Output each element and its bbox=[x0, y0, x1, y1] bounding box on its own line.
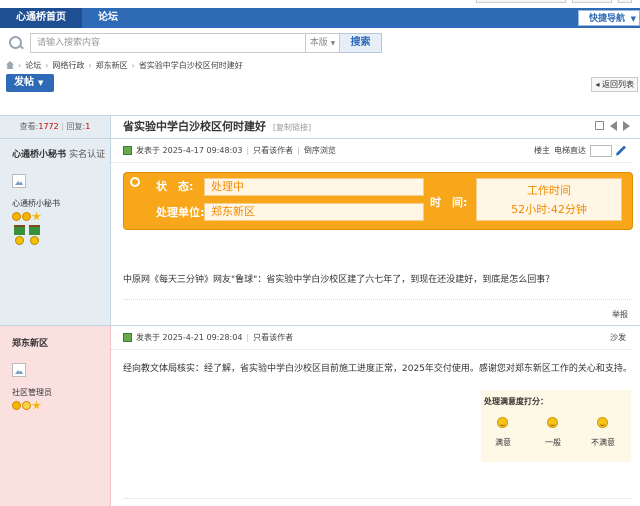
post-date: 发表于 2025-4-17 09:48:03 bbox=[136, 146, 243, 155]
time-value: 52小时:42分钟 bbox=[511, 203, 587, 216]
views-count: 1772 bbox=[38, 122, 59, 131]
medal-icon bbox=[29, 225, 40, 249]
online-status-icon bbox=[123, 333, 132, 342]
prev-thread-icon[interactable] bbox=[610, 121, 617, 131]
post-1: 心通桥小秘书 实名认证 心通桥小秘书 发表于 2025-4-17 09:48:0… bbox=[0, 139, 640, 325]
post-meta: 发表于 2025-4-17 09:48:03 | 只看该作者 | 倒序浏览 楼主… bbox=[111, 139, 632, 163]
pen-icon[interactable] bbox=[616, 145, 626, 156]
time-box: 工作时间 52小时:42分钟 bbox=[476, 178, 622, 221]
breadcrumb-zhengdong[interactable]: 郑东新区 bbox=[96, 60, 128, 71]
chevron-down-icon: ▼ bbox=[630, 15, 636, 23]
neutral-icon[interactable] bbox=[547, 417, 558, 428]
satisfaction-panel: 处理满意度打分： 满意 一般 不满意 bbox=[481, 390, 631, 462]
time-title: 工作时间 bbox=[527, 184, 571, 197]
star-icon bbox=[32, 212, 41, 221]
neutral-label[interactable]: 一般 bbox=[533, 437, 573, 448]
satisfaction-title: 处理满意度打分： bbox=[484, 397, 548, 406]
unit-label: 处理单位: bbox=[156, 206, 205, 219]
search-scope-select[interactable]: 本版 ▼ bbox=[306, 33, 340, 53]
quick-nav-label: 快捷导航 bbox=[588, 14, 625, 24]
top-strip bbox=[0, 0, 640, 8]
status-banner: 状 态: 处理单位: 处理中 郑东新区 时 间: 工作时间 52小时:42分钟 bbox=[123, 172, 633, 230]
replies-count: 1 bbox=[85, 122, 91, 131]
tab-home[interactable]: 心通桥首页 bbox=[0, 8, 82, 28]
unsatisfied-icon[interactable] bbox=[597, 417, 608, 428]
views-label: 查看: bbox=[19, 122, 39, 131]
search-input[interactable]: 请输入搜索内容 bbox=[30, 33, 306, 53]
replies-label: 回复: bbox=[66, 122, 86, 131]
sun-icon bbox=[22, 212, 31, 221]
new-post-label: 发帖 bbox=[14, 77, 34, 88]
info-icon bbox=[130, 177, 140, 187]
post-date: 发表于 2025-4-21 09:28:04 bbox=[136, 333, 243, 342]
search-icon bbox=[8, 35, 24, 51]
satisfied-label[interactable]: 满意 bbox=[483, 437, 523, 448]
breadcrumb: › 论坛 › 网络行政 › 郑东新区 › 省实验中学白沙校区何时建好 bbox=[0, 58, 640, 72]
rank-icons bbox=[12, 212, 110, 221]
thread-stats: 查看:1772 | 回复:1 bbox=[0, 116, 111, 138]
unsatisfied-label[interactable]: 不满意 bbox=[583, 437, 623, 448]
divider bbox=[123, 498, 632, 499]
sun-icon bbox=[12, 212, 21, 221]
tab-forum[interactable]: 论坛 bbox=[82, 8, 134, 28]
unit-value: 郑东新区 bbox=[204, 203, 424, 221]
thread-actions: 发帖 ▼ ◂ 返回列表 bbox=[0, 72, 640, 94]
moon-icon bbox=[22, 401, 31, 410]
author-name[interactable]: 心通桥小秘书 bbox=[12, 150, 66, 160]
medal-icon bbox=[14, 225, 25, 249]
time-label: 时 间: bbox=[430, 196, 468, 209]
username[interactable]: 心通桥小秘书 bbox=[12, 198, 110, 209]
medals bbox=[14, 225, 110, 249]
copy-link[interactable]: [复制链接] bbox=[273, 123, 311, 132]
main-nav: 心通桥首页 论坛 快捷导航 ▼ bbox=[0, 8, 640, 28]
username[interactable]: 社区管理员 bbox=[12, 387, 110, 398]
only-author-link[interactable]: 只看该作者 bbox=[253, 145, 293, 156]
breadcrumb-forum[interactable]: 论坛 bbox=[25, 60, 41, 71]
breadcrumb-admin[interactable]: 网络行政 bbox=[52, 60, 84, 71]
author-panel: 郑东新区 社区管理员 bbox=[0, 326, 111, 506]
breadcrumb-current[interactable]: 省实验中学白沙校区何时建好 bbox=[139, 60, 243, 71]
post-2: 郑东新区 社区管理员 发表于 2025-4-21 09:28:04 | 只看该作… bbox=[0, 325, 640, 506]
verified-badge: 实名认证 bbox=[69, 150, 106, 160]
search-button[interactable]: 搜索 bbox=[340, 33, 382, 53]
search-scope-label: 本版 bbox=[309, 38, 328, 48]
status-label: 状 态: bbox=[156, 180, 194, 193]
author-name[interactable]: 郑东新区 bbox=[12, 339, 48, 349]
sun-icon bbox=[12, 401, 21, 410]
online-status-icon bbox=[123, 146, 132, 155]
post-meta: 发表于 2025-4-21 09:28:04 | 只看该作者 沙发 bbox=[111, 326, 632, 350]
chevron-down-icon: ▼ bbox=[38, 79, 44, 87]
report-link[interactable]: 举报 bbox=[612, 309, 628, 320]
avatar[interactable] bbox=[12, 363, 26, 377]
thread: 查看:1772 | 回复:1 省实验中学白沙校区何时建好 [复制链接] 心通桥小… bbox=[0, 115, 640, 506]
satisfied-icon[interactable] bbox=[497, 417, 508, 428]
divider bbox=[123, 299, 632, 300]
print-icon[interactable] bbox=[595, 121, 604, 130]
quick-nav-button[interactable]: 快捷导航 ▼ bbox=[577, 10, 640, 26]
only-author-link[interactable]: 只看该作者 bbox=[253, 332, 293, 343]
home-icon[interactable] bbox=[6, 61, 14, 69]
next-thread-icon[interactable] bbox=[623, 121, 630, 131]
new-post-button[interactable]: 发帖 ▼ bbox=[6, 74, 54, 92]
rank-icons bbox=[12, 401, 110, 410]
floor-label: 沙发 bbox=[610, 333, 626, 342]
back-to-list-label: 返回列表 bbox=[602, 80, 634, 89]
elevator-label: 电梯直达 bbox=[554, 146, 586, 155]
back-to-list-button[interactable]: ◂ 返回列表 bbox=[591, 77, 638, 92]
search-bar: 请输入搜索内容 本版 ▼ 搜索 bbox=[0, 28, 640, 58]
status-value: 处理中 bbox=[204, 178, 424, 196]
floor-label: 楼主 bbox=[534, 146, 550, 155]
reverse-order-link[interactable]: 倒序浏览 bbox=[304, 145, 336, 156]
avatar[interactable] bbox=[12, 174, 26, 188]
thread-header: 查看:1772 | 回复:1 省实验中学白沙校区何时建好 [复制链接] bbox=[0, 115, 640, 139]
post-content: 中原网《每天三分钟》网友"鲁球"：省实验中学白沙校区建了六七年了，到现在还没建好… bbox=[123, 275, 555, 285]
thread-title: 省实验中学白沙校区何时建好 bbox=[123, 120, 266, 133]
star-icon bbox=[32, 401, 41, 410]
author-panel: 心通桥小秘书 实名认证 心通桥小秘书 bbox=[0, 139, 111, 325]
floor-jump-input[interactable] bbox=[590, 144, 612, 157]
post-content: 经向教文体局核实：经了解，省实验中学白沙校区目前施工进度正常，2025年交付使用… bbox=[123, 364, 632, 374]
